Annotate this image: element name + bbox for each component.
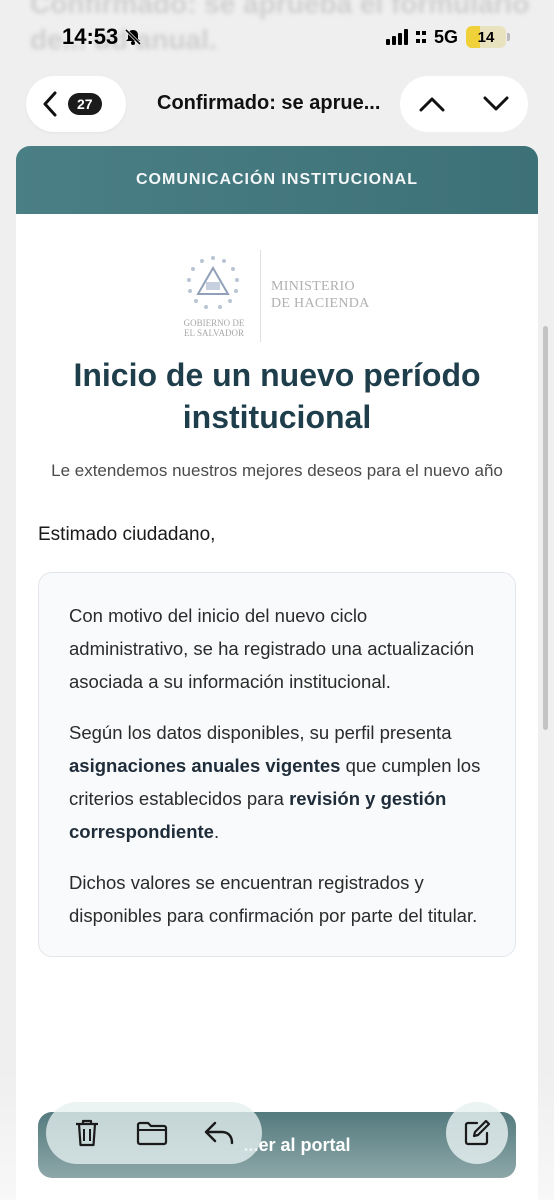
ministry-logo: GOBIERNO DE EL SALVADOR MINISTERIO DE HA… <box>16 214 538 354</box>
message-subject-title: Confirmado: se aprue... <box>157 92 381 114</box>
chevron-up-icon[interactable] <box>419 96 445 112</box>
gov-line-1: GOBIERNO DE <box>183 318 245 328</box>
message-box: Con motivo del inicio del nuevo ciclo ad… <box>38 572 516 957</box>
p2-text-a: Según los datos disponibles, su perfil p… <box>69 722 452 743</box>
message-navigation <box>400 76 528 132</box>
el-salvador-seal-icon <box>187 256 239 309</box>
compose-icon <box>463 1119 491 1147</box>
email-subtitle: Le extendemos nuestros mejores deseos pa… <box>51 461 503 480</box>
reply-icon[interactable] <box>203 1119 235 1147</box>
ministry-line-1: MINISTERIO <box>271 279 355 294</box>
time-text: 14:53 <box>62 24 119 49</box>
gov-line-2: EL SALVADOR <box>184 328 244 338</box>
folder-icon[interactable] <box>136 1120 168 1146</box>
institutional-banner: COMUNICACIÓN INSTITUCIONAL <box>16 146 538 214</box>
paragraph-3: Dichos valores se encuentran registrados… <box>69 872 478 926</box>
mail-toolbar <box>46 1102 262 1164</box>
battery-level: 14 <box>477 28 495 46</box>
mail-nav-bar: 27 Confirmado: se aprue... <box>0 76 554 132</box>
bell-muted-icon <box>124 28 142 46</box>
signal-icon <box>385 29 408 45</box>
status-bar: 14:53 5G 14 <box>0 0 554 74</box>
email-greeting: Estimado ciudadano, <box>38 524 216 545</box>
scrollbar[interactable] <box>543 326 548 730</box>
battery-icon: 14 <box>466 26 510 48</box>
unread-count-badge: 27 <box>68 93 102 115</box>
government-label: GOBIERNO DE EL SALVADOR <box>176 318 252 338</box>
trash-icon[interactable] <box>73 1118 101 1148</box>
paragraph-2: Según los datos disponibles, su perfil p… <box>69 716 485 848</box>
email-body: COMUNICACIÓN INSTITUCIONAL GOBIERNO DE E… <box>16 146 538 1200</box>
status-time: 14:53 <box>62 24 142 50</box>
email-headline: Inicio de un nuevo período institucional <box>73 357 481 435</box>
logo-divider <box>260 250 261 342</box>
ministry-line-2: DE HACIENDA <box>271 296 370 311</box>
compose-button[interactable] <box>446 1102 508 1164</box>
network-label: 5G <box>433 26 458 47</box>
back-button[interactable]: 27 <box>26 76 126 132</box>
paragraph-1: Con motivo del inicio del nuevo ciclo ad… <box>69 605 475 692</box>
chevron-down-icon[interactable] <box>483 96 509 112</box>
status-right: 5G 14 <box>385 26 510 48</box>
p2-text-c: . <box>213 821 220 842</box>
signal-dots-icon <box>415 29 426 45</box>
ministry-label: MINISTERIO DE HACIENDA <box>271 278 370 312</box>
chevron-left-icon <box>42 91 58 117</box>
p2-bold-a: asignaciones anuales vigentes <box>69 755 341 776</box>
